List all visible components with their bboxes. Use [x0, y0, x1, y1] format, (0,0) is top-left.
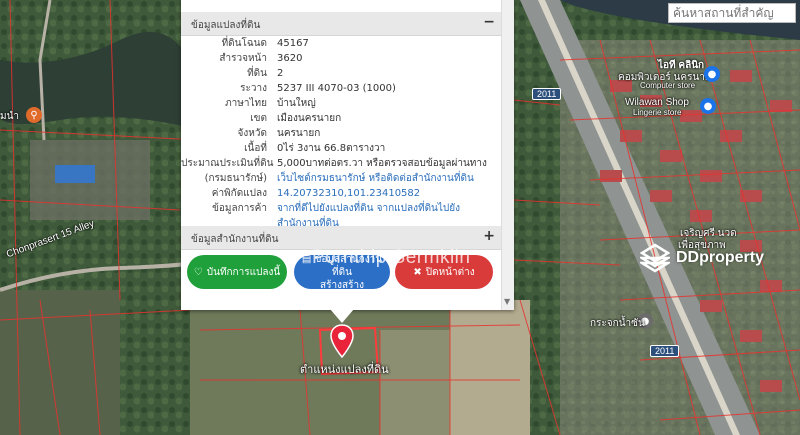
parcel-info-section-title: ข้อมูลแปลงที่ดิน: [191, 20, 261, 31]
info-key: ประมาณประเมินที่ดิน: [181, 158, 274, 169]
info-row-subdistrict: ภาษาไทย บ้านใหญ่: [181, 96, 501, 111]
ddproperty-brand: DDproperty: [676, 249, 765, 266]
directions-link[interactable]: จากที่ดีไปยังแปลงที่ดิน จากแปลงที่ดินไปย…: [277, 201, 501, 216]
shopping-bag-icon[interactable]: ●: [700, 98, 716, 114]
create-label-2: สร้างสร้าง: [320, 279, 364, 291]
info-key: จังหวัด: [237, 128, 267, 139]
parcel-info-section-header[interactable]: ข้อมูลแปลงที่ดิน −: [181, 12, 501, 36]
info-row-coordinates: ค่าพิกัดแปลง 14.20732310,101.23410582: [181, 186, 501, 201]
info-key: ระวาง: [240, 83, 267, 94]
coordinates-link[interactable]: 14.20732310,101.23410582: [277, 186, 501, 201]
restaurant-icon[interactable]: ⚲: [26, 107, 42, 123]
map-label-right-poi-3: กระจกน้ำซัน: [590, 318, 645, 329]
info-value: บ้านใหญ่: [277, 98, 316, 109]
info-row-sheet: ระวาง 5237 III 4070-03 (1000): [181, 81, 501, 96]
info-key: (กรมธนารักษ์): [204, 173, 267, 184]
document-icon: ▤: [301, 253, 312, 265]
road-shield-2011: 2011: [650, 345, 680, 357]
info-key: เนื้อที่: [244, 143, 267, 154]
info-value: 45167: [277, 38, 309, 49]
map-label-left-poi: มนำ: [0, 111, 20, 122]
parcel-info-table: ที่ดินโฉนด 45167 สำรวจหน้า 3620 ที่ดิน 2 ระ…: [181, 36, 501, 231]
info-value: เมืองนครนายก: [277, 113, 342, 124]
expand-icon[interactable]: +: [483, 228, 495, 244]
ddproperty-logo: DDproperty: [640, 243, 764, 273]
map-label-wilawan-shop: Wilawan Shop: [625, 97, 689, 108]
save-parcel-button[interactable]: ♡ บันทึกการแปลงนี้: [187, 255, 287, 289]
parcel-location-caption: ตำแหน่งแปลงที่ดิน: [300, 363, 389, 376]
landmark-search-input[interactable]: [668, 3, 796, 23]
agent-name-watermark: Pornthip Sermklin: [312, 247, 471, 268]
info-value: 0ไร่ 3งาน 66.8ตารางวา: [277, 143, 386, 154]
info-key: ภาษาไทย: [225, 98, 267, 109]
save-parcel-label: บันทึกการแปลงนี้: [206, 266, 281, 278]
info-row-province: จังหวัด นครนายก: [181, 126, 501, 141]
info-value: 5237 III 4070-03 (1000): [277, 83, 396, 94]
map-label-lingerie-store: Lingerie store: [633, 108, 682, 117]
popup-pointer: [330, 309, 354, 323]
info-value: 5,000บาทต่อตร.วา หรือตรวจสอบข้อมูลผ่านทา…: [277, 158, 487, 169]
shopping-bag-icon[interactable]: ●: [704, 66, 720, 82]
ddproperty-logo-icon: [640, 243, 670, 273]
parcel-location-marker[interactable]: [330, 324, 354, 362]
info-key: สำรวจหน้า: [219, 53, 267, 64]
scroll-down-icon[interactable]: ▼: [504, 297, 510, 306]
info-value: 3620: [277, 53, 303, 64]
info-value: 2: [277, 68, 284, 79]
info-value: นครนายก: [277, 128, 321, 139]
info-row-appraisal: ประมาณประเมินที่ดิน 5,000บาทต่อตร.วา หรือ…: [181, 156, 501, 171]
map-pin-icon: [330, 324, 354, 359]
popup-scrollbar[interactable]: ▼: [501, 0, 514, 310]
land-office-section-title: ข้อมูลสำนักงานที่ดิน: [191, 234, 279, 245]
info-key: เขต: [250, 113, 267, 124]
info-key: ค่าพิกัดแปลง: [211, 188, 267, 199]
info-row-directions: ข้อมูลการค้า จากที่ดีไปยังแปลงที่ดิน จากแ…: [181, 201, 501, 216]
info-key: ที่ดิน: [247, 68, 267, 79]
info-row-land-no: ที่ดิน 2: [181, 66, 501, 81]
info-row-area: เนื้อที่ 0ไร่ 3งาน 66.8ตารางวา: [181, 141, 501, 156]
info-key: ข้อมูลการค้า: [212, 203, 267, 214]
treasury-website-link[interactable]: เว็บไซต์กรมธนารักษ์ หรือติดต่อสำนักงานที…: [277, 171, 501, 186]
info-key: ที่ดินโฉนด: [221, 38, 267, 49]
collapse-icon[interactable]: −: [483, 14, 495, 30]
heart-icon: ♡: [193, 266, 203, 278]
info-row-district: เขต เมืองนครนายก: [181, 111, 501, 126]
info-row-deed: ที่ดินโฉนด 45167: [181, 36, 501, 51]
info-row-treasury: (กรมธนารักษ์) เว็บไซต์กรมธนารักษ์ หรือติด…: [181, 171, 501, 186]
road-shield-2011: 2011: [532, 88, 562, 100]
map-label-computer-store: Computer store: [640, 81, 696, 90]
info-row-survey-page: สำรวจหน้า 3620: [181, 51, 501, 66]
